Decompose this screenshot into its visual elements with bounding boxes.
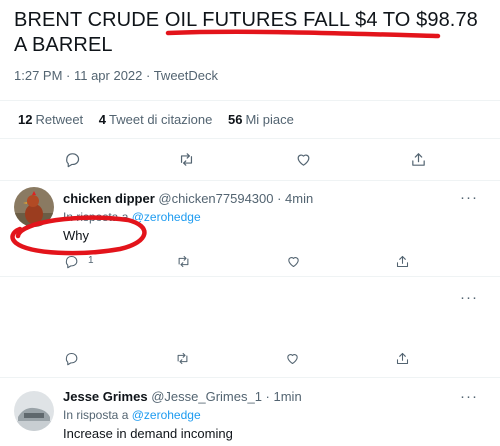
- stat-likes-label: Mi piace: [245, 112, 294, 127]
- share-icon[interactable]: [408, 149, 428, 169]
- tweet-text: BRENT CRUDE OIL FUTURES FALL $4 TO $98.7…: [14, 9, 478, 56]
- retweet-icon[interactable]: [176, 149, 196, 169]
- avatar[interactable]: [14, 391, 54, 431]
- stat-likes[interactable]: 56 Mi piace: [228, 112, 294, 127]
- stat-quotes-count: 4: [98, 112, 107, 127]
- reply-count: 1: [88, 255, 94, 266]
- in-reply-handle[interactable]: @zerohedge: [132, 408, 201, 422]
- more-icon[interactable]: ···: [460, 189, 478, 206]
- tweet-stats: 12 Retweet 4 Tweet di citazione 56 Mi piace: [18, 112, 306, 127]
- in-reply-to: In risposta a @zerohedge: [63, 210, 201, 224]
- avatar[interactable]: [14, 187, 54, 227]
- in-reply-to: In risposta a @zerohedge: [63, 408, 201, 422]
- more-icon[interactable]: ···: [460, 388, 478, 405]
- reply-actions: [0, 348, 500, 368]
- in-reply-label: In risposta a: [63, 408, 129, 422]
- more-icon[interactable]: ···: [460, 289, 478, 306]
- author-handle-time[interactable]: @chicken77594300 · 4min: [158, 191, 313, 206]
- retweet-icon[interactable]: [172, 348, 192, 368]
- reply-icon[interactable]: [61, 251, 81, 271]
- stat-quotes-label: Tweet di citazione: [109, 112, 213, 127]
- retweet-icon[interactable]: [173, 251, 193, 271]
- reply-icon[interactable]: [61, 348, 81, 368]
- like-icon[interactable]: [293, 149, 313, 169]
- divider: [0, 138, 500, 139]
- author-handle-time[interactable]: @Jesse_Grimes_1 · 1min: [151, 389, 301, 404]
- author-name[interactable]: Jesse Grimes: [63, 389, 148, 404]
- stat-likes-count: 56: [228, 112, 243, 127]
- reply-item[interactable]: chicken dipper @chicken77594300 · 4min ·…: [0, 181, 500, 276]
- stat-retweets[interactable]: 12 Retweet: [18, 112, 83, 127]
- author-name[interactable]: chicken dipper: [63, 191, 155, 206]
- reply-text: Why: [63, 228, 89, 243]
- reply-icon[interactable]: [62, 149, 82, 169]
- reply-item[interactable]: Jesse Grimes @Jesse_Grimes_1 · 1min ··· …: [0, 378, 500, 446]
- in-reply-label: In risposta a: [63, 210, 129, 224]
- tweet-actions: [0, 149, 500, 169]
- reply-header: chicken dipper @chicken77594300 · 4min: [63, 191, 313, 206]
- stat-retweets-label: Retweet: [35, 112, 84, 127]
- divider: [0, 100, 500, 101]
- tweet-meta[interactable]: 1:27 PM · 11 apr 2022 · TweetDeck: [14, 68, 218, 83]
- stat-quotes[interactable]: 4 Tweet di citazione: [99, 112, 213, 127]
- like-icon[interactable]: [283, 251, 303, 271]
- reply-item[interactable]: ···: [0, 277, 500, 377]
- in-reply-handle[interactable]: @zerohedge: [132, 210, 201, 224]
- reply-header: Jesse Grimes @Jesse_Grimes_1 · 1min: [63, 389, 302, 404]
- reply-actions: 1: [0, 251, 500, 271]
- reply-text: Increase in demand incoming: [63, 426, 233, 441]
- share-icon[interactable]: [392, 251, 412, 271]
- stat-retweets-count: 12: [18, 112, 33, 127]
- share-icon[interactable]: [392, 348, 412, 368]
- like-icon[interactable]: [282, 348, 302, 368]
